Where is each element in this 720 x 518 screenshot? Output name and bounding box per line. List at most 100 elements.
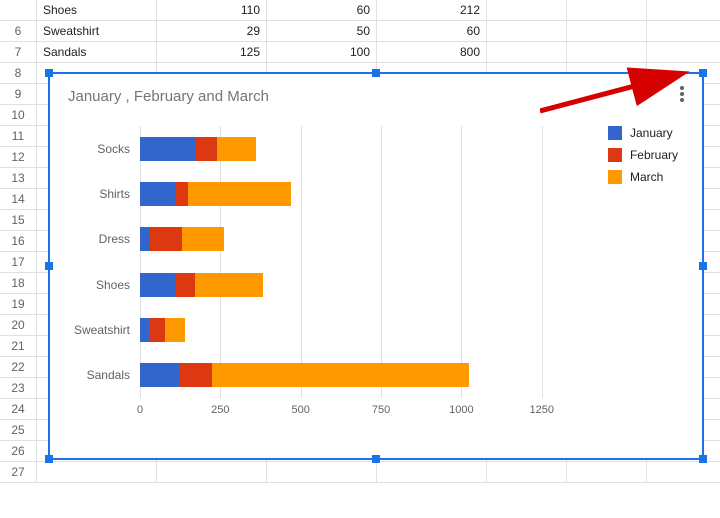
row-header[interactable]: 12	[0, 147, 37, 167]
table-row[interactable]: 7 Sandals 125 100 800	[0, 42, 720, 63]
row-header[interactable]	[0, 0, 37, 20]
bar-segment	[180, 363, 212, 387]
row-header[interactable]: 17	[0, 252, 37, 272]
selection-handle[interactable]	[45, 262, 53, 270]
cell[interactable]	[487, 462, 567, 482]
row-header[interactable]: 16	[0, 231, 37, 251]
row-header[interactable]: 21	[0, 336, 37, 356]
table-row[interactable]: Shoes 110 60 212	[0, 0, 720, 21]
gridline	[220, 126, 221, 398]
cell[interactable]: Sweatshirt	[37, 21, 157, 41]
cell[interactable]: 100	[267, 42, 377, 62]
cell[interactable]: Sandals	[37, 42, 157, 62]
bar-segment	[140, 318, 149, 342]
legend-item: February	[608, 148, 678, 162]
selection-handle[interactable]	[699, 69, 707, 77]
bar-row: Shoes	[140, 273, 263, 297]
cell[interactable]	[487, 21, 567, 41]
chart-title: January , February and March	[68, 88, 269, 105]
cell[interactable]: 125	[157, 42, 267, 62]
row-header[interactable]: 18	[0, 273, 37, 293]
legend-swatch	[608, 148, 622, 162]
table-row[interactable]: 27	[0, 462, 720, 483]
bar-row: Sandals	[140, 363, 469, 387]
row-header[interactable]: 14	[0, 189, 37, 209]
selection-handle[interactable]	[699, 455, 707, 463]
bar-segment	[195, 137, 218, 161]
legend-swatch	[608, 126, 622, 140]
cell[interactable]	[377, 462, 487, 482]
row-header[interactable]: 9	[0, 84, 37, 104]
bar-segment	[140, 182, 175, 206]
bar-segment	[149, 318, 165, 342]
cell[interactable]	[157, 462, 267, 482]
chart-menu-icon[interactable]	[674, 84, 690, 104]
cell[interactable]	[487, 42, 567, 62]
cell[interactable]	[647, 0, 720, 20]
bar-row: Sweatshirt	[140, 318, 185, 342]
cell[interactable]: 110	[157, 0, 267, 20]
row-header[interactable]: 13	[0, 168, 37, 188]
bar-segment	[175, 273, 194, 297]
bar-row: Dress	[140, 227, 224, 251]
row-header[interactable]: 24	[0, 399, 37, 419]
cell[interactable]: 60	[377, 21, 487, 41]
bar-segment	[140, 273, 175, 297]
cell[interactable]	[567, 42, 647, 62]
selection-handle[interactable]	[45, 455, 53, 463]
row-header[interactable]: 15	[0, 210, 37, 230]
row-header[interactable]: 11	[0, 126, 37, 146]
cell[interactable]: 800	[377, 42, 487, 62]
cell[interactable]: 60	[267, 0, 377, 20]
selection-handle[interactable]	[372, 455, 380, 463]
selection-handle[interactable]	[699, 262, 707, 270]
cell[interactable]	[647, 21, 720, 41]
bar-segment	[212, 363, 469, 387]
cell[interactable]: 212	[377, 0, 487, 20]
row-header[interactable]: 6	[0, 21, 37, 41]
legend-label: March	[630, 170, 663, 184]
selection-handle[interactable]	[372, 69, 380, 77]
row-header[interactable]: 23	[0, 378, 37, 398]
row-header[interactable]: 19	[0, 294, 37, 314]
category-label: Socks	[97, 142, 130, 156]
cell[interactable]	[647, 462, 720, 482]
gridline	[140, 126, 141, 398]
row-header[interactable]: 7	[0, 42, 37, 62]
cell[interactable]	[567, 21, 647, 41]
cell[interactable]	[37, 462, 157, 482]
category-label: Shirts	[99, 187, 130, 201]
x-tick-label: 1250	[530, 404, 554, 416]
row-header[interactable]: 10	[0, 105, 37, 125]
bar-segment	[140, 363, 180, 387]
gridline	[381, 126, 382, 398]
row-header[interactable]: 20	[0, 315, 37, 335]
legend-item: March	[608, 170, 678, 184]
row-header[interactable]: 25	[0, 420, 37, 440]
selection-handle[interactable]	[45, 69, 53, 77]
cell[interactable]	[267, 462, 377, 482]
table-row[interactable]: 6 Sweatshirt 29 50 60	[0, 21, 720, 42]
cell[interactable]	[487, 0, 567, 20]
row-header[interactable]: 22	[0, 357, 37, 377]
cell[interactable]	[647, 42, 720, 62]
row-header[interactable]: 26	[0, 441, 37, 461]
chart-legend: January February March	[608, 126, 678, 192]
gridline	[461, 126, 462, 398]
cell[interactable]: Shoes	[37, 0, 157, 20]
cell[interactable]	[567, 462, 647, 482]
gridline	[301, 126, 302, 398]
row-header[interactable]: 8	[0, 63, 37, 83]
bar-segment	[150, 227, 182, 251]
bar-segment	[188, 182, 291, 206]
cell[interactable]: 50	[267, 21, 377, 41]
row-header[interactable]: 27	[0, 462, 37, 482]
cell[interactable]	[567, 0, 647, 20]
bar-segment	[217, 137, 256, 161]
chart-object[interactable]: January , February and March January Feb…	[48, 72, 704, 460]
legend-item: January	[608, 126, 678, 140]
category-label: Shoes	[96, 278, 130, 292]
bar-row: Socks	[140, 137, 256, 161]
x-tick-label: 750	[372, 404, 390, 416]
cell[interactable]: 29	[157, 21, 267, 41]
